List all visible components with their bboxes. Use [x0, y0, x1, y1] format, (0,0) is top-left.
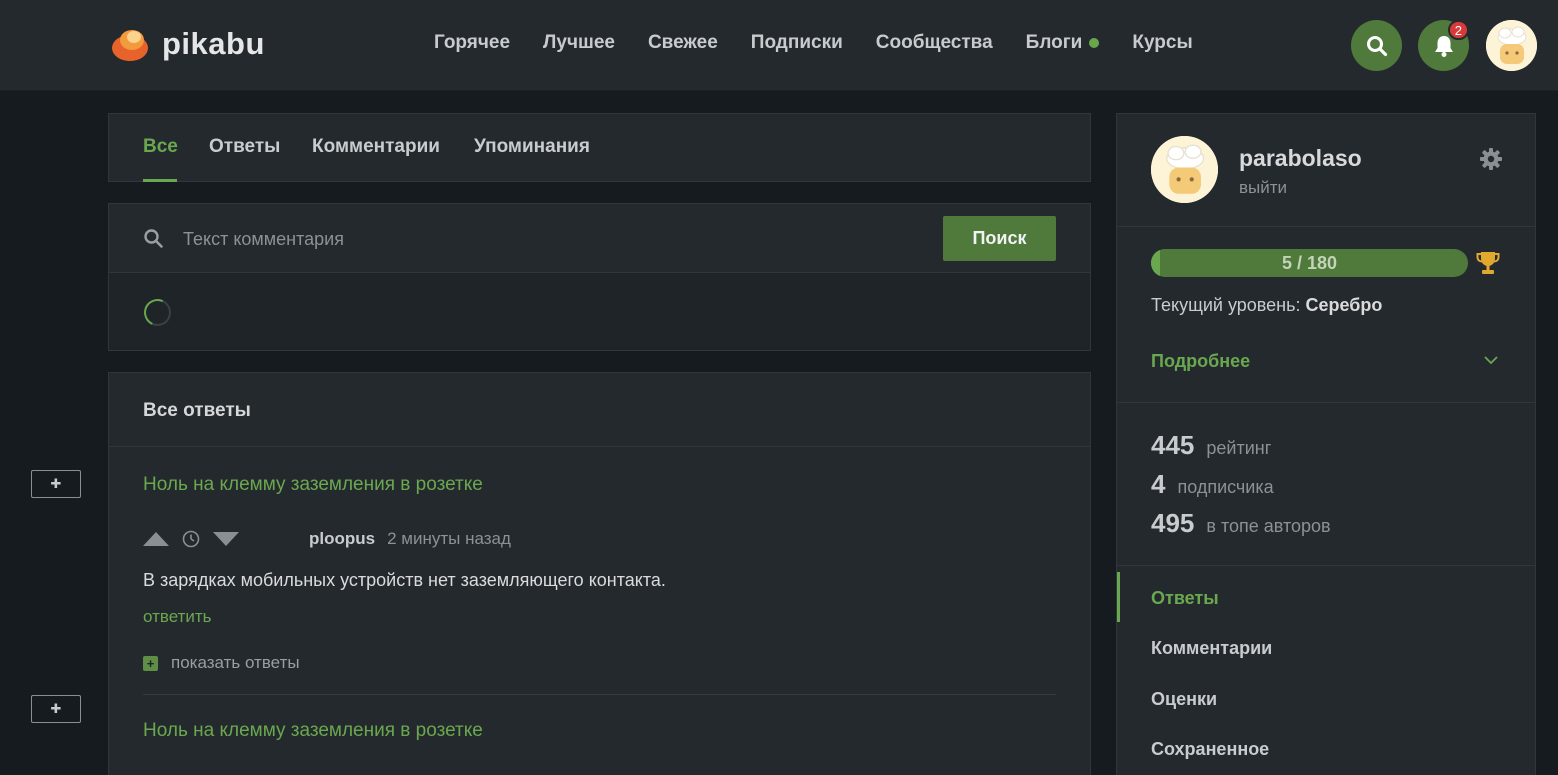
- level-progress-bar: 5 / 180: [1151, 249, 1468, 277]
- active-tab-indicator: [143, 179, 177, 182]
- level-prefix: Текущий уровень:: [1151, 295, 1301, 315]
- profile-menu-saved[interactable]: Сохраненное: [1151, 739, 1269, 760]
- profile-header: parabolaso выйти: [1117, 114, 1535, 227]
- level-section: 5 / 180 Текущий уровень: Серебро Подробн…: [1117, 227, 1535, 403]
- stat-top-authors: 495 в топе авторов: [1151, 508, 1331, 539]
- new-dot-indicator: [1089, 38, 1100, 48]
- stat-value: 445: [1151, 430, 1195, 460]
- nav-item-fresh[interactable]: Свежее: [648, 32, 718, 54]
- search-icon: [144, 229, 163, 248]
- expand-thread-button[interactable]: ✚: [31, 470, 81, 498]
- logo-text: pikabu: [162, 26, 265, 61]
- reply-link[interactable]: ответить: [143, 607, 212, 627]
- stat-subscribers: 4 подписчика: [1151, 469, 1274, 500]
- stat-label: в топе авторов: [1206, 516, 1331, 536]
- tab-mentions[interactable]: Упоминания: [474, 136, 590, 158]
- comment-meta: ploopus 2 минуты назад: [143, 528, 511, 550]
- stats-section: 445 рейтинг 4 подписчика 495 в топе авто…: [1117, 403, 1535, 566]
- show-replies-label: показать ответы: [171, 653, 300, 672]
- avatar-image: [1486, 20, 1537, 71]
- nav-label: Лучшее: [543, 32, 615, 53]
- comment-author[interactable]: ploopus: [309, 529, 375, 549]
- nav-item-courses[interactable]: Курсы: [1132, 32, 1192, 54]
- expand-thread-button[interactable]: ✚: [31, 695, 81, 723]
- chevron-down-icon[interactable]: [1481, 350, 1501, 370]
- nav-item-blogs[interactable]: Блоги: [1026, 32, 1100, 54]
- profile-avatar[interactable]: [1151, 136, 1218, 203]
- comment-text: В зарядках мобильных устройств нет зазем…: [143, 570, 666, 590]
- logout-link[interactable]: выйти: [1239, 178, 1287, 198]
- active-menu-indicator: [1117, 572, 1120, 622]
- stat-value: 4: [1151, 469, 1166, 499]
- answers-panel: Все ответы Ноль на клемму заземления в р…: [108, 372, 1091, 775]
- stat-label: подписчика: [1177, 477, 1274, 497]
- plus-icon: ✚: [50, 701, 62, 716]
- nav-label: Курсы: [1132, 32, 1193, 53]
- current-level: Текущий уровень: Серебро: [1151, 295, 1382, 316]
- nav-item-best[interactable]: Лучшее: [543, 32, 615, 54]
- stat-label: рейтинг: [1206, 438, 1272, 458]
- search-panel: Поиск: [108, 203, 1091, 351]
- more-details-toggle[interactable]: Подробнее: [1151, 351, 1250, 372]
- level-name: Серебро: [1305, 295, 1383, 315]
- stat-rating: 445 рейтинг: [1151, 430, 1271, 461]
- search-button[interactable]: [1351, 20, 1402, 71]
- top-header: pikabu Горячее Лучшее Свежее Подписки Со…: [0, 0, 1558, 91]
- stat-value: 495: [1151, 508, 1195, 538]
- search-icon: [1366, 35, 1387, 56]
- search-row: Поиск: [109, 204, 1090, 273]
- upvote-icon[interactable]: [143, 532, 169, 546]
- avatar-image: [1151, 136, 1218, 203]
- nav-label: Свежее: [647, 32, 718, 53]
- gear-icon[interactable]: [1479, 147, 1503, 171]
- profile-username[interactable]: parabolaso: [1239, 145, 1362, 172]
- nav-label: Блоги: [1025, 32, 1083, 53]
- nav-label: Горячее: [434, 32, 511, 53]
- comment-search-input[interactable]: [183, 222, 923, 256]
- downvote-icon[interactable]: [213, 532, 239, 546]
- plus-icon: +: [143, 655, 158, 671]
- profile-menu-ratings[interactable]: Оценки: [1151, 689, 1217, 710]
- tab-comments[interactable]: Комментарии: [312, 136, 440, 158]
- nav-item-communities[interactable]: Сообщества: [876, 32, 993, 54]
- notification-badge: 2: [1447, 20, 1469, 40]
- divider: [143, 694, 1056, 695]
- loading-spinner: [140, 295, 175, 330]
- clock-icon: [182, 530, 200, 548]
- tab-all[interactable]: Все: [143, 136, 178, 158]
- trophy-icon: [1476, 252, 1500, 274]
- nav-item-hot[interactable]: Горячее: [434, 32, 510, 54]
- search-submit-button[interactable]: Поиск: [943, 216, 1056, 261]
- answers-title: Все ответы: [143, 400, 251, 421]
- pikabu-logo-icon: [110, 24, 150, 64]
- tabs-panel: Все Ответы Комментарии Упоминания: [108, 113, 1091, 182]
- pikabu-logo[interactable]: pikabu: [110, 24, 265, 64]
- profile-sidebar: parabolaso выйти 5 / 180 Текущий уровень…: [1116, 113, 1536, 775]
- notifications-button[interactable]: 2: [1418, 20, 1469, 71]
- profile-menu-replies[interactable]: Ответы: [1151, 588, 1219, 609]
- nav-item-subscriptions[interactable]: Подписки: [751, 32, 843, 54]
- comment-time: 2 минуты назад: [387, 529, 511, 548]
- user-avatar-header[interactable]: [1486, 20, 1537, 71]
- main-nav: Горячее Лучшее Свежее Подписки Сообществ…: [434, 32, 1226, 54]
- profile-menu-comments[interactable]: Комментарии: [1151, 638, 1272, 659]
- nav-label: Сообщества: [875, 32, 993, 53]
- post-title-link[interactable]: Ноль на клемму заземления в розетке: [143, 720, 483, 742]
- progress-text: 5 / 180: [1281, 252, 1338, 273]
- show-replies-button[interactable]: + показать ответы: [143, 653, 300, 673]
- answers-header: Все ответы: [109, 373, 1090, 447]
- post-title-link[interactable]: Ноль на клемму заземления в розетке: [143, 474, 483, 496]
- tab-replies[interactable]: Ответы: [209, 136, 280, 158]
- plus-icon: ✚: [50, 476, 62, 491]
- nav-label: Подписки: [750, 32, 843, 53]
